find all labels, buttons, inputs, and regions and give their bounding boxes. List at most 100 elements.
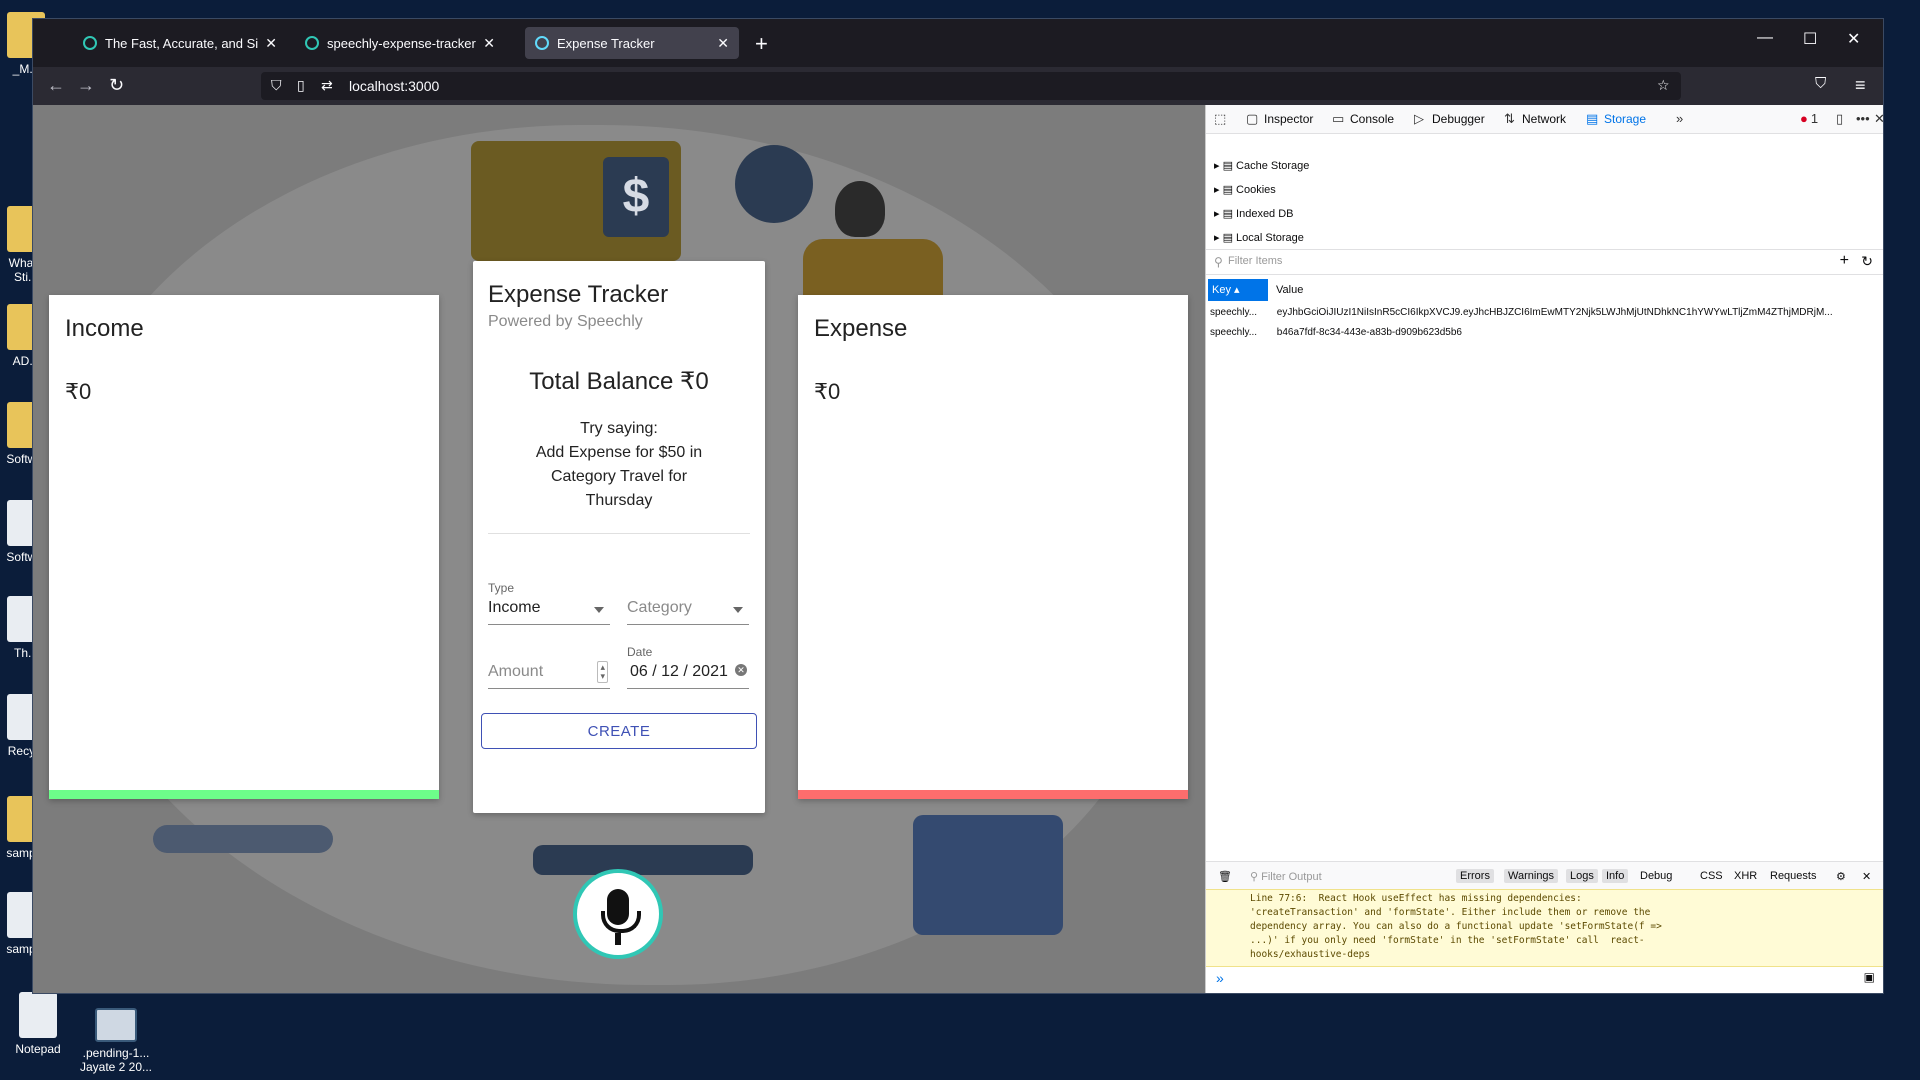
network-icon: ⇅ [1504,111,1515,126]
illustration-person [835,181,885,237]
console-input[interactable]: » ▣ [1206,967,1883,991]
browser-window: The Fast, Accurate, and Simple V ✕ speec… [32,18,1885,994]
date-value: 06 / 12 / 2021 [630,663,728,680]
hint-line: Thursday [585,492,653,509]
type-label: Type [488,581,515,595]
type-requests[interactable]: Requests [1766,869,1820,883]
add-item-icon[interactable]: + [1840,252,1849,270]
more-tabs-icon[interactable]: » [1676,111,1683,126]
maximize-icon[interactable]: ☐ [1803,29,1817,49]
date-label: Date [627,645,653,659]
category-placeholder: Category [627,599,692,616]
tab-expense-tracker[interactable]: Expense Tracker ✕ [525,27,739,59]
amount-input[interactable]: Amount ▴ ▾ [488,659,610,689]
type-select[interactable]: Income [488,595,610,625]
tab-speechly-expense-tracker[interactable]: speechly-expense-tracker - Spe ✕ [295,27,505,59]
close-tab-icon[interactable]: ✕ [717,35,729,52]
close-tab-icon[interactable]: ✕ [265,35,277,52]
level-debug[interactable]: Debug [1636,869,1676,883]
storage-local[interactable]: ▸ ▤ Local Storage [1214,231,1304,244]
dock-icon[interactable]: ▯ [1836,111,1843,127]
tab-bar: The Fast, Accurate, and Simple V ✕ speec… [33,19,1883,67]
storage-cookies[interactable]: ▸ ▤ Cookies [1214,183,1276,196]
number-spinner-icon[interactable]: ▴ ▾ [597,661,608,683]
console-settings-icon[interactable]: ⚙ [1832,869,1850,884]
element-picker-icon[interactable]: ⬚ [1214,111,1226,127]
microphone-button[interactable] [573,869,663,959]
trash-icon[interactable]: 🗑 [1214,869,1236,884]
type-xhr[interactable]: XHR [1730,869,1761,883]
notepad-icon [19,992,57,1038]
permissions-icon[interactable]: ⇄ [321,77,333,94]
income-card: Income ₹0 [49,295,439,799]
tab-network[interactable]: Network [1522,112,1566,126]
tab-storage[interactable]: Storage [1604,112,1646,126]
date-input[interactable]: 06 / 12 / 2021 ✕ [627,659,749,689]
close-devtools-icon[interactable]: ✕ [1874,111,1885,127]
close-console-icon[interactable]: ✕ [1858,869,1875,884]
income-title: Income [65,315,144,342]
category-select[interactable]: Category [627,595,749,625]
table-row[interactable]: speechly... eyJhbGciOiJIUzI1NiIsInR5cCI6… [1210,303,1880,323]
column-header-value[interactable]: Value [1276,279,1876,301]
console-icon: ▭ [1332,111,1345,126]
filter-items-input[interactable]: ⚲ Filter Items + ↻ [1206,249,1883,275]
row-value: b46a7fdf-8c34-443e-a83b-d909b623d5b6 [1276,327,1462,338]
shield-icon[interactable]: ⛉ [271,77,282,94]
app-subtitle: Powered by Speechly [488,313,643,330]
storage-cache[interactable]: ▸ ▤ Cache Storage [1214,159,1309,172]
menu-icon[interactable]: ≡ [1855,75,1866,96]
row-key: speechly... [1210,307,1258,318]
url-text[interactable]: localhost:3000 [349,78,439,94]
split-console-icon[interactable]: ▣ [1864,970,1875,984]
illustration-stand [533,845,753,875]
reload-icon[interactable]: ↻ [109,75,124,96]
level-logs[interactable]: Logs [1566,869,1598,883]
tab-debugger[interactable]: Debugger [1432,112,1485,126]
video-file-icon [95,1008,137,1042]
pocket-icon[interactable]: ⛉ [1815,75,1826,92]
tab-speechly-home[interactable]: The Fast, Accurate, and Simple V ✕ [73,27,287,59]
type-css[interactable]: CSS [1696,869,1727,883]
create-button[interactable]: CREATE [481,713,757,749]
storage-indexeddb[interactable]: ▸ ▤ Indexed DB [1214,207,1294,220]
clear-date-icon[interactable]: ✕ [735,664,747,676]
tab-title: The Fast, Accurate, and Simple V [105,35,259,51]
react-icon [535,36,549,50]
page-icon[interactable]: ▯ [297,77,305,94]
filter-placeholder: Filter Items [1228,255,1283,267]
storage-label: Indexed DB [1236,208,1294,220]
amount-placeholder: Amount [488,663,544,680]
tab-console[interactable]: Console [1350,112,1394,126]
filter-output-input[interactable]: ⚲ Filter Output [1246,869,1326,884]
dropdown-caret-icon [733,607,743,613]
column-header-key[interactable]: Key ▴ [1208,279,1268,301]
bookmark-star-icon[interactable]: ☆ [1657,77,1670,94]
desktop-icon-pending-video[interactable]: .pending-1... Jayate 2 20... [76,992,156,1074]
new-tab-button[interactable]: + [755,31,768,57]
table-row[interactable]: speechly... b46a7fdf-8c34-443e-a83b-d909… [1210,323,1880,343]
filter-output-placeholder: Filter Output [1261,871,1322,883]
forward-icon[interactable]: → [77,75,95,96]
refresh-icon[interactable]: ↻ [1861,253,1873,270]
close-tab-icon[interactable]: ✕ [483,35,495,52]
tap-bubble-icon [735,145,813,223]
navigation-bar: ← → ↻ ⛉ ▯ ⇄ localhost:3000 ☆ ⛉ ≡ [33,67,1883,105]
console-prompt: » [1216,970,1224,986]
tab-title: Expense Tracker [557,35,655,51]
desktop-icon-notepad[interactable]: Notepad [12,992,64,1056]
close-window-icon[interactable]: ✕ [1847,29,1860,49]
options-icon[interactable]: ••• [1856,111,1870,126]
back-icon[interactable]: ← [47,75,65,96]
expense-amount: ₹0 [814,379,841,404]
url-bar[interactable]: ⛉ ▯ ⇄ localhost:3000 ☆ [261,72,1681,100]
error-count-icon[interactable]: ● 1 [1800,111,1818,126]
storage-icon: ▤ [1586,111,1599,126]
level-errors[interactable]: Errors [1456,869,1494,883]
tab-inspector[interactable]: Inspector [1264,112,1313,126]
console-toolbar: 🗑 ⚲ Filter Output Errors Warnings Logs I… [1206,861,1883,890]
level-warnings[interactable]: Warnings [1504,869,1559,883]
minimize-icon[interactable]: — [1757,29,1773,47]
level-info[interactable]: Info [1602,869,1629,883]
row-key: speechly... [1210,327,1258,338]
